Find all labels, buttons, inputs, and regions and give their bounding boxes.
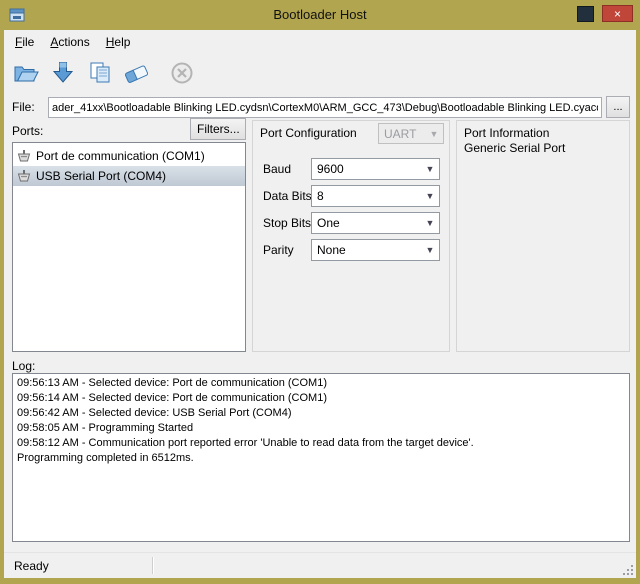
menu-actions[interactable]: Actions bbox=[42, 32, 97, 52]
menu-help[interactable]: Help bbox=[98, 32, 139, 52]
data-bits-select[interactable]: 8 ▼ bbox=[311, 185, 440, 207]
bootloader-host-window: Bootloader Host × File Actions Help bbox=[0, 0, 640, 584]
program-arrow-icon bbox=[50, 60, 76, 89]
erase-button[interactable] bbox=[120, 57, 154, 91]
status-text: Ready bbox=[14, 559, 49, 573]
log-line: 09:56:42 AM - Selected device: USB Seria… bbox=[17, 406, 625, 421]
port-list-item-label: Port de communication (COM1) bbox=[36, 149, 205, 163]
port-configuration-title: Port Configuration bbox=[260, 126, 357, 140]
serial-port-icon bbox=[17, 170, 31, 183]
log-line: Programming completed in 6512ms. bbox=[17, 451, 625, 466]
port-list-item-com4[interactable]: USB Serial Port (COM4) bbox=[13, 166, 245, 186]
abort-icon bbox=[169, 60, 195, 89]
chevron-down-icon: ▼ bbox=[422, 241, 438, 259]
log-label: Log: bbox=[12, 359, 35, 373]
chevron-down-icon: ▼ bbox=[422, 160, 438, 178]
port-list-item-label: USB Serial Port (COM4) bbox=[36, 169, 166, 183]
port-information-text: Generic Serial Port bbox=[464, 141, 565, 155]
log-line: 09:56:14 AM - Selected device: Port de c… bbox=[17, 391, 625, 406]
stop-bits-select[interactable]: One ▼ bbox=[311, 212, 440, 234]
window-title: Bootloader Host bbox=[0, 7, 640, 22]
baud-label: Baud bbox=[263, 162, 291, 176]
baud-value: 9600 bbox=[317, 162, 344, 176]
data-bits-value: 8 bbox=[317, 189, 324, 203]
log-output[interactable]: 09:56:13 AM - Selected device: Port de c… bbox=[12, 373, 630, 542]
verify-button[interactable] bbox=[83, 57, 117, 91]
protocol-select[interactable]: UART ▼ bbox=[378, 123, 444, 144]
stop-bits-value: One bbox=[317, 216, 340, 230]
chevron-down-icon: ▼ bbox=[422, 187, 438, 205]
open-file-button[interactable] bbox=[9, 57, 43, 91]
stop-bits-label: Stop Bits bbox=[263, 216, 311, 230]
parity-select[interactable]: None ▼ bbox=[311, 239, 440, 261]
verify-documents-icon bbox=[87, 60, 113, 89]
close-button[interactable]: × bbox=[602, 5, 633, 22]
client-area: File Actions Help bbox=[4, 30, 636, 578]
abort-button[interactable] bbox=[165, 57, 199, 91]
program-button[interactable] bbox=[46, 57, 80, 91]
log-line: 09:58:12 AM - Communication port reporte… bbox=[17, 436, 625, 451]
port-information-title: Port Information bbox=[464, 126, 549, 140]
baud-select[interactable]: 9600 ▼ bbox=[311, 158, 440, 180]
minimize-button[interactable] bbox=[577, 6, 594, 22]
chevron-down-icon: ▼ bbox=[422, 214, 438, 232]
serial-port-icon bbox=[17, 150, 31, 163]
browse-button[interactable]: ... bbox=[606, 96, 630, 118]
protocol-value: UART bbox=[384, 127, 416, 141]
menu-bar: File Actions Help bbox=[4, 30, 636, 53]
port-list-item-com1[interactable]: Port de communication (COM1) bbox=[13, 146, 245, 166]
port-information-group: Port Information Generic Serial Port bbox=[456, 120, 630, 352]
parity-value: None bbox=[317, 243, 346, 257]
parity-label: Parity bbox=[263, 243, 294, 257]
file-label: File: bbox=[12, 100, 35, 114]
menu-file[interactable]: File bbox=[7, 32, 42, 52]
resize-grip-icon[interactable] bbox=[621, 563, 634, 576]
toolbar bbox=[4, 53, 636, 95]
data-bits-label: Data Bits bbox=[263, 189, 312, 203]
eraser-icon bbox=[123, 60, 151, 89]
ports-list: Port de communication (COM1) USB Serial … bbox=[12, 142, 246, 352]
port-configuration-group: Port Configuration UART ▼ Baud 9600 ▼ Da… bbox=[252, 120, 450, 352]
close-icon: × bbox=[614, 7, 621, 21]
filters-button[interactable]: Filters... bbox=[190, 118, 246, 140]
log-line: 09:56:13 AM - Selected device: Port de c… bbox=[17, 376, 625, 391]
title-bar[interactable]: Bootloader Host × bbox=[0, 0, 640, 30]
file-path-input[interactable] bbox=[48, 97, 602, 118]
ports-label: Ports: bbox=[12, 124, 43, 138]
chevron-down-icon: ▼ bbox=[426, 125, 442, 142]
status-bar: Ready bbox=[4, 552, 636, 578]
status-divider bbox=[152, 557, 153, 574]
log-line: 09:58:05 AM - Programming Started bbox=[17, 421, 625, 436]
folder-open-icon bbox=[12, 60, 40, 89]
